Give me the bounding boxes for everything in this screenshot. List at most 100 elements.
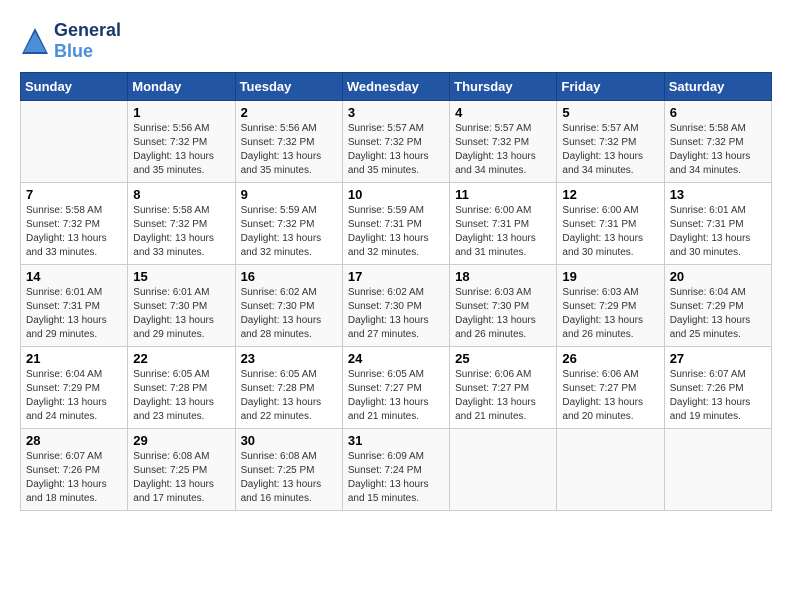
day-info: Sunrise: 5:58 AM Sunset: 7:32 PM Dayligh… — [133, 204, 229, 260]
calendar-cell: 29 Sunrise: 6:08 AM Sunset: 7:25 PM Dayl… — [128, 429, 235, 511]
calendar-cell: 13 Sunrise: 6:01 AM Sunset: 7:31 PM Dayl… — [664, 183, 771, 265]
day-info: Sunrise: 6:05 AM Sunset: 7:28 PM Dayligh… — [241, 368, 337, 424]
calendar-cell: 7 Sunrise: 5:58 AM Sunset: 7:32 PM Dayli… — [21, 183, 128, 265]
day-number: 6 — [670, 105, 766, 120]
daylight-label: Daylight: 13 hours and 35 minutes. — [348, 151, 429, 176]
day-number: 24 — [348, 351, 444, 366]
weekday-header-row: SundayMondayTuesdayWednesdayThursdayFrid… — [21, 73, 772, 101]
calendar-cell: 12 Sunrise: 6:00 AM Sunset: 7:31 PM Dayl… — [557, 183, 664, 265]
sunrise-label: Sunrise: 6:08 AM — [241, 451, 317, 462]
calendar-cell — [664, 429, 771, 511]
sunset-label: Sunset: 7:27 PM — [348, 383, 422, 394]
daylight-label: Daylight: 13 hours and 22 minutes. — [241, 397, 322, 422]
daylight-label: Daylight: 13 hours and 30 minutes. — [562, 233, 643, 258]
daylight-label: Daylight: 13 hours and 20 minutes. — [562, 397, 643, 422]
calendar-week-row: 7 Sunrise: 5:58 AM Sunset: 7:32 PM Dayli… — [21, 183, 772, 265]
day-info: Sunrise: 6:01 AM Sunset: 7:31 PM Dayligh… — [670, 204, 766, 260]
sunrise-label: Sunrise: 5:56 AM — [241, 123, 317, 134]
sunset-label: Sunset: 7:26 PM — [670, 383, 744, 394]
day-number: 23 — [241, 351, 337, 366]
daylight-label: Daylight: 13 hours and 17 minutes. — [133, 479, 214, 504]
day-info: Sunrise: 6:09 AM Sunset: 7:24 PM Dayligh… — [348, 450, 444, 506]
day-info: Sunrise: 6:01 AM Sunset: 7:30 PM Dayligh… — [133, 286, 229, 342]
day-info: Sunrise: 5:56 AM Sunset: 7:32 PM Dayligh… — [241, 122, 337, 178]
calendar-cell: 9 Sunrise: 5:59 AM Sunset: 7:32 PM Dayli… — [235, 183, 342, 265]
sunrise-label: Sunrise: 6:03 AM — [455, 287, 531, 298]
daylight-label: Daylight: 13 hours and 30 minutes. — [670, 233, 751, 258]
weekday-header-tuesday: Tuesday — [235, 73, 342, 101]
sunrise-label: Sunrise: 6:05 AM — [133, 369, 209, 380]
daylight-label: Daylight: 13 hours and 21 minutes. — [455, 397, 536, 422]
sunset-label: Sunset: 7:29 PM — [26, 383, 100, 394]
calendar-cell: 22 Sunrise: 6:05 AM Sunset: 7:28 PM Dayl… — [128, 347, 235, 429]
day-number: 26 — [562, 351, 658, 366]
day-info: Sunrise: 6:06 AM Sunset: 7:27 PM Dayligh… — [455, 368, 551, 424]
sunrise-label: Sunrise: 6:05 AM — [348, 369, 424, 380]
sunrise-label: Sunrise: 6:00 AM — [455, 205, 531, 216]
daylight-label: Daylight: 13 hours and 31 minutes. — [455, 233, 536, 258]
day-info: Sunrise: 6:08 AM Sunset: 7:25 PM Dayligh… — [133, 450, 229, 506]
calendar-cell: 4 Sunrise: 5:57 AM Sunset: 7:32 PM Dayli… — [450, 101, 557, 183]
day-info: Sunrise: 6:03 AM Sunset: 7:30 PM Dayligh… — [455, 286, 551, 342]
sunset-label: Sunset: 7:28 PM — [133, 383, 207, 394]
sunset-label: Sunset: 7:32 PM — [455, 137, 529, 148]
sunset-label: Sunset: 7:25 PM — [133, 465, 207, 476]
calendar-cell: 21 Sunrise: 6:04 AM Sunset: 7:29 PM Dayl… — [21, 347, 128, 429]
sunrise-label: Sunrise: 6:02 AM — [348, 287, 424, 298]
sunset-label: Sunset: 7:31 PM — [670, 219, 744, 230]
sunset-label: Sunset: 7:32 PM — [241, 137, 315, 148]
logo-icon — [20, 26, 50, 56]
calendar-cell: 15 Sunrise: 6:01 AM Sunset: 7:30 PM Dayl… — [128, 265, 235, 347]
day-number: 29 — [133, 433, 229, 448]
sunset-label: Sunset: 7:30 PM — [133, 301, 207, 312]
calendar-week-row: 21 Sunrise: 6:04 AM Sunset: 7:29 PM Dayl… — [21, 347, 772, 429]
calendar-cell: 3 Sunrise: 5:57 AM Sunset: 7:32 PM Dayli… — [342, 101, 449, 183]
sunrise-label: Sunrise: 5:57 AM — [455, 123, 531, 134]
sunset-label: Sunset: 7:31 PM — [562, 219, 636, 230]
calendar-cell: 17 Sunrise: 6:02 AM Sunset: 7:30 PM Dayl… — [342, 265, 449, 347]
day-number: 25 — [455, 351, 551, 366]
day-number: 18 — [455, 269, 551, 284]
day-info: Sunrise: 6:02 AM Sunset: 7:30 PM Dayligh… — [348, 286, 444, 342]
day-info: Sunrise: 6:05 AM Sunset: 7:27 PM Dayligh… — [348, 368, 444, 424]
sunrise-label: Sunrise: 6:04 AM — [26, 369, 102, 380]
weekday-header-saturday: Saturday — [664, 73, 771, 101]
calendar-week-row: 28 Sunrise: 6:07 AM Sunset: 7:26 PM Dayl… — [21, 429, 772, 511]
sunset-label: Sunset: 7:32 PM — [133, 219, 207, 230]
calendar-cell: 5 Sunrise: 5:57 AM Sunset: 7:32 PM Dayli… — [557, 101, 664, 183]
day-number: 7 — [26, 187, 122, 202]
calendar-week-row: 14 Sunrise: 6:01 AM Sunset: 7:31 PM Dayl… — [21, 265, 772, 347]
day-info: Sunrise: 5:57 AM Sunset: 7:32 PM Dayligh… — [455, 122, 551, 178]
day-number: 19 — [562, 269, 658, 284]
sunset-label: Sunset: 7:32 PM — [562, 137, 636, 148]
calendar-cell: 27 Sunrise: 6:07 AM Sunset: 7:26 PM Dayl… — [664, 347, 771, 429]
calendar-cell: 23 Sunrise: 6:05 AM Sunset: 7:28 PM Dayl… — [235, 347, 342, 429]
day-number: 5 — [562, 105, 658, 120]
daylight-label: Daylight: 13 hours and 28 minutes. — [241, 315, 322, 340]
day-number: 20 — [670, 269, 766, 284]
calendar-cell: 1 Sunrise: 5:56 AM Sunset: 7:32 PM Dayli… — [128, 101, 235, 183]
sunrise-label: Sunrise: 5:57 AM — [348, 123, 424, 134]
daylight-label: Daylight: 13 hours and 34 minutes. — [670, 151, 751, 176]
day-info: Sunrise: 6:01 AM Sunset: 7:31 PM Dayligh… — [26, 286, 122, 342]
daylight-label: Daylight: 13 hours and 34 minutes. — [455, 151, 536, 176]
daylight-label: Daylight: 13 hours and 29 minutes. — [26, 315, 107, 340]
calendar-cell: 26 Sunrise: 6:06 AM Sunset: 7:27 PM Dayl… — [557, 347, 664, 429]
day-info: Sunrise: 5:58 AM Sunset: 7:32 PM Dayligh… — [26, 204, 122, 260]
day-number: 11 — [455, 187, 551, 202]
day-info: Sunrise: 6:07 AM Sunset: 7:26 PM Dayligh… — [670, 368, 766, 424]
calendar-cell: 2 Sunrise: 5:56 AM Sunset: 7:32 PM Dayli… — [235, 101, 342, 183]
calendar-cell: 6 Sunrise: 5:58 AM Sunset: 7:32 PM Dayli… — [664, 101, 771, 183]
day-number: 15 — [133, 269, 229, 284]
day-number: 27 — [670, 351, 766, 366]
day-number: 4 — [455, 105, 551, 120]
sunrise-label: Sunrise: 6:04 AM — [670, 287, 746, 298]
day-info: Sunrise: 6:03 AM Sunset: 7:29 PM Dayligh… — [562, 286, 658, 342]
day-number: 2 — [241, 105, 337, 120]
day-number: 12 — [562, 187, 658, 202]
sunrise-label: Sunrise: 6:06 AM — [562, 369, 638, 380]
day-info: Sunrise: 6:00 AM Sunset: 7:31 PM Dayligh… — [562, 204, 658, 260]
daylight-label: Daylight: 13 hours and 32 minutes. — [348, 233, 429, 258]
calendar-cell: 10 Sunrise: 5:59 AM Sunset: 7:31 PM Dayl… — [342, 183, 449, 265]
weekday-header-thursday: Thursday — [450, 73, 557, 101]
